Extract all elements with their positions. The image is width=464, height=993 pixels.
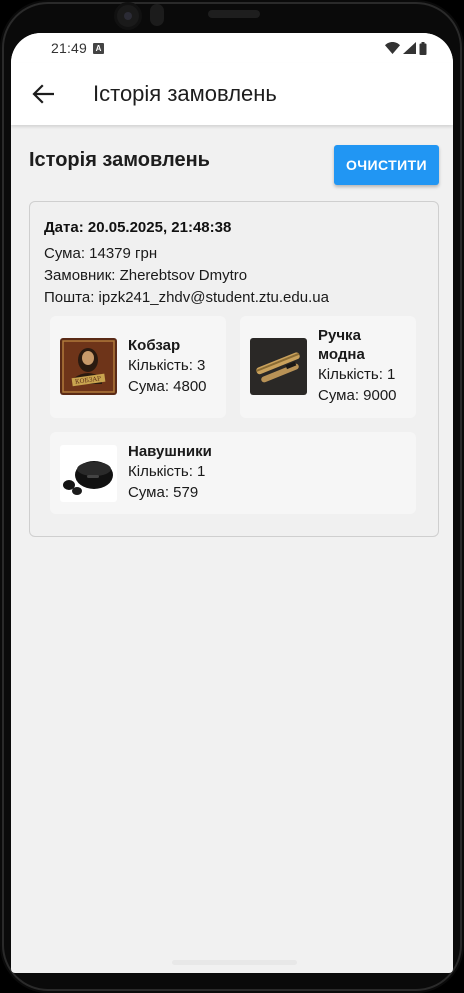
- screen: 21:49 A Історія замовлень Історія замовл…: [11, 33, 453, 973]
- item-sum: Сума: 9000: [318, 387, 397, 404]
- status-bar: 21:49 A: [11, 33, 453, 63]
- arrow-left-icon: [32, 84, 54, 104]
- item-quantity: Кількість: 1: [128, 463, 206, 480]
- status-time: 21:49: [51, 40, 88, 56]
- item-details: Ручка модна Кількість: 1 Сума: 9000: [318, 326, 410, 406]
- status-icons: [385, 41, 427, 55]
- item-quantity: Кількість: 1: [318, 366, 396, 383]
- phone-frame: 21:49 A Історія замовлень Історія замовл…: [0, 0, 464, 993]
- app-bar-title: Історія замовлень: [93, 81, 277, 106]
- proximity-sensor: [150, 4, 164, 26]
- page-header: Історія замовлень ОЧИСТИТИ: [29, 145, 439, 185]
- order-customer: Замовник: Zherebtsov Dmytro: [44, 267, 248, 284]
- wifi-icon: [385, 42, 400, 54]
- earbuds-image: [60, 445, 117, 502]
- item-name: Навушники: [128, 443, 212, 460]
- earpiece-speaker: [208, 10, 260, 18]
- item-sum: Сума: 4800: [128, 378, 207, 395]
- system-nav-bar: [11, 948, 453, 978]
- clear-history-button[interactable]: ОЧИСТИТИ: [334, 145, 439, 185]
- item-details: Кобзар Кількість: 3 Сума: 4800: [128, 336, 207, 397]
- book-cover-image: КОБЗАР: [60, 338, 117, 395]
- item-name: Ручка модна: [318, 327, 365, 363]
- front-camera: [114, 2, 142, 30]
- battery-icon: [419, 41, 427, 55]
- home-indicator[interactable]: [172, 960, 297, 965]
- page-title: Історія замовлень: [29, 149, 210, 171]
- order-card: Дата: 20.05.2025, 21:48:38 Сума: 14379 г…: [29, 201, 439, 537]
- back-button[interactable]: [23, 74, 63, 114]
- a-notification-icon: A: [93, 42, 105, 54]
- fountain-pen-image: [250, 338, 307, 395]
- order-email: Пошта: ipzk241_zhdv@student.ztu.edu.ua: [44, 289, 329, 306]
- order-date: Дата: 20.05.2025, 21:48:38: [44, 219, 232, 236]
- signal-icon: [403, 42, 416, 54]
- order-item: Навушники Кількість: 1 Сума: 579: [50, 432, 416, 514]
- app-bar: Історія замовлень: [11, 63, 453, 125]
- order-sum: Сума: 14379 грн: [44, 245, 158, 262]
- order-item: КОБЗАР Кобзар Кількість: 3 Сума: 4800: [50, 316, 226, 418]
- item-name: Кобзар: [128, 337, 181, 354]
- item-quantity: Кількість: 3: [128, 357, 206, 374]
- item-sum: Сума: 579: [128, 484, 199, 501]
- item-details: Навушники Кількість: 1 Сума: 579: [128, 442, 212, 503]
- order-item: Ручка модна Кількість: 1 Сума: 9000: [240, 316, 416, 418]
